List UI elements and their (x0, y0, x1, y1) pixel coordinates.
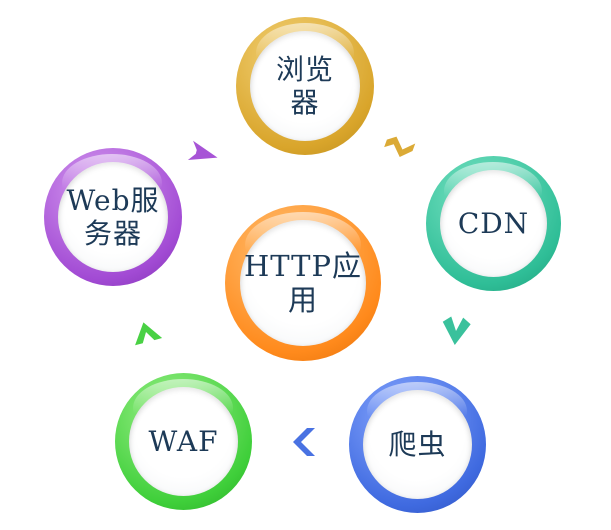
node-crawler: 爬虫 (349, 376, 486, 513)
node-web-server-label: Web服 务器 (66, 183, 160, 250)
node-http-app-label: HTTP应 用 (243, 248, 363, 317)
chevron-icon (285, 422, 325, 462)
node-browser: 浏览 器 (236, 17, 374, 155)
node-cdn: CDN (426, 156, 561, 291)
chevron-icon (184, 134, 224, 174)
node-http-app: HTTP应 用 (225, 205, 381, 361)
node-browser-label: 浏览 器 (275, 52, 334, 119)
node-cdn-label: CDN (457, 206, 530, 240)
chevron-icon (126, 312, 166, 352)
node-crawler-label: 爬虫 (388, 427, 447, 461)
chevron-icon (378, 130, 418, 170)
node-web-server: Web服 务器 (44, 148, 182, 286)
cycle-diagram: 浏览 器 CDN 爬虫 WAF Web服 务器 HTTP应 用 (0, 0, 611, 530)
node-waf: WAF (115, 373, 252, 510)
chevron-icon (436, 311, 476, 351)
node-waf-label: WAF (148, 424, 219, 458)
